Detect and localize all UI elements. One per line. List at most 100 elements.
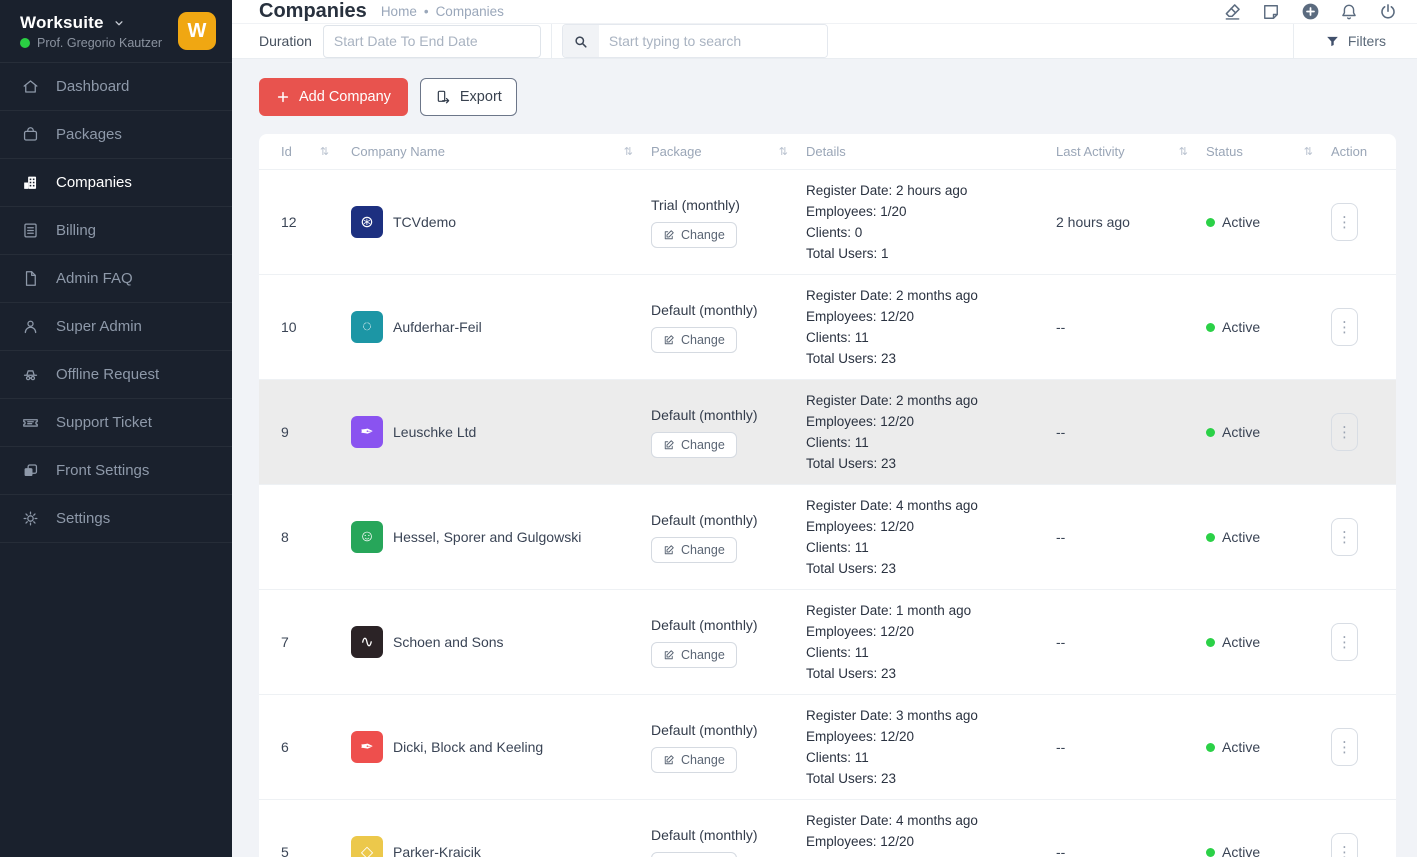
add-company-button[interactable]: Add Company (259, 78, 408, 116)
spacer (828, 24, 1293, 58)
edit-icon (663, 754, 675, 766)
change-package-button[interactable]: Change (651, 327, 737, 353)
company-logo: ✒ (351, 416, 383, 448)
sidebar-item-companies[interactable]: Companies (0, 159, 232, 207)
filters-button[interactable]: Filters (1294, 24, 1417, 58)
layers-icon (20, 461, 40, 480)
sidebar-item-front-settings[interactable]: Front Settings (0, 447, 232, 495)
note-icon[interactable] (1260, 1, 1282, 23)
duration-input[interactable] (323, 25, 541, 58)
company-details: Register Date: 2 months agoEmployees: 12… (806, 380, 1056, 484)
status-badge: Active (1206, 319, 1331, 335)
kebab-icon: ⋮ (1337, 318, 1352, 336)
sort-icon[interactable]: ⇅ (320, 145, 329, 158)
company-name: Leuschke Ltd (393, 424, 476, 440)
company-name: Hessel, Sporer and Gulgowski (393, 529, 581, 545)
change-package-button[interactable]: Change (651, 222, 737, 248)
col-header-id[interactable]: Id⇅ (259, 144, 351, 159)
sort-icon[interactable]: ⇅ (779, 145, 788, 158)
clear-cache-icon[interactable] (1221, 1, 1243, 23)
breadcrumb-current: Companies (436, 4, 504, 19)
col-header-last-activity[interactable]: Last Activity⇅ (1056, 144, 1206, 159)
status-badge: Active (1206, 634, 1331, 650)
app-logo[interactable]: W (178, 12, 216, 50)
filters-label: Filters (1348, 33, 1386, 49)
last-activity: -- (1056, 529, 1206, 545)
export-button[interactable]: Export (420, 78, 517, 116)
company-logo: ✒ (351, 731, 383, 763)
change-package-button[interactable]: Change (651, 642, 737, 668)
sidebar-nav: Dashboard Packages Companies Billing (0, 62, 232, 543)
status-badge: Active (1206, 424, 1331, 440)
user-name: Prof. Gregorio Kautzer (37, 36, 162, 50)
breadcrumb-home[interactable]: Home (381, 4, 417, 19)
add-icon[interactable] (1299, 1, 1321, 23)
col-header-package[interactable]: Package⇅ (651, 144, 806, 159)
power-icon[interactable] (1377, 1, 1399, 23)
sidebar-item-super-admin[interactable]: Super Admin (0, 303, 232, 351)
last-activity: -- (1056, 739, 1206, 755)
status-dot (1206, 428, 1215, 437)
pen-nib-icon: ✒ (360, 422, 373, 442)
col-header-status[interactable]: Status⇅ (1206, 144, 1331, 159)
company-details: Register Date: 1 month agoEmployees: 12/… (806, 590, 1056, 694)
pen-nib-icon: ✒ (360, 737, 373, 757)
sidebar-item-support-ticket[interactable]: Support Ticket (0, 399, 232, 447)
sidebar-item-billing[interactable]: Billing (0, 207, 232, 255)
kebab-icon: ⋮ (1337, 843, 1352, 857)
kebab-icon: ⋮ (1337, 738, 1352, 756)
bell-icon[interactable] (1338, 1, 1360, 23)
company-logo: ☺ (351, 521, 383, 553)
status-dot (1206, 848, 1215, 857)
company-details: Register Date: 2 hours agoEmployees: 1/2… (806, 170, 1056, 274)
row-actions-button[interactable]: ⋮ (1331, 413, 1358, 451)
export-icon (435, 89, 451, 105)
kebab-icon: ⋮ (1337, 423, 1352, 441)
search-input[interactable] (599, 25, 827, 57)
sort-icon[interactable]: ⇅ (1304, 145, 1313, 158)
gear-icon (20, 509, 40, 528)
row-actions-button[interactable]: ⋮ (1331, 623, 1358, 661)
app-root: Worksuite Prof. Gregorio Kautzer W Dashb… (0, 0, 1417, 857)
sort-icon[interactable]: ⇅ (624, 145, 633, 158)
topbar: Companies Home • Companies (232, 0, 1417, 24)
row-actions-button[interactable]: ⋮ (1331, 308, 1358, 346)
sidebar-item-label: Packages (56, 126, 122, 143)
sidebar-item-label: Support Ticket (56, 414, 152, 431)
company-name: Parker-Krajcik (393, 844, 481, 857)
change-package-button[interactable]: Change (651, 747, 737, 773)
sidebar-item-label: Front Settings (56, 462, 149, 479)
dashed-circle-icon: ◌ (362, 318, 372, 336)
sidebar-item-offline-request[interactable]: Offline Request (0, 351, 232, 399)
change-package-button[interactable]: Change (651, 852, 737, 857)
sidebar-item-packages[interactable]: Packages (0, 111, 232, 159)
document-icon (20, 269, 40, 288)
breadcrumb-separator: • (424, 4, 429, 19)
workspace-switcher[interactable]: Worksuite (20, 13, 162, 33)
company-name: TCVdemo (393, 214, 456, 230)
company-logo: ◇ (351, 836, 383, 857)
row-actions-button[interactable]: ⋮ (1331, 728, 1358, 766)
edit-icon (663, 439, 675, 451)
company-id: 5 (259, 844, 351, 857)
sidebar-item-settings[interactable]: Settings (0, 495, 232, 543)
change-package-button[interactable]: Change (651, 432, 737, 458)
company-details: Register Date: 2 months agoEmployees: 12… (806, 275, 1056, 379)
sidebar-item-dashboard[interactable]: Dashboard (0, 63, 232, 111)
edit-icon (663, 544, 675, 556)
row-actions-button[interactable]: ⋮ (1331, 203, 1358, 241)
sidebar-item-label: Admin FAQ (56, 270, 133, 287)
sidebar-item-admin-faq[interactable]: Admin FAQ (0, 255, 232, 303)
row-actions-button[interactable]: ⋮ (1331, 833, 1358, 857)
row-actions-button[interactable]: ⋮ (1331, 518, 1358, 556)
plus-icon (276, 90, 290, 104)
sidebar-item-label: Super Admin (56, 318, 142, 335)
sidebar-item-label: Settings (56, 510, 110, 527)
sort-icon[interactable]: ⇅ (1179, 145, 1188, 158)
status-badge: Active (1206, 214, 1331, 230)
page-title: Companies (259, 0, 367, 23)
table-row: 9 ✒ Leuschke Ltd Default (monthly) Chang… (259, 380, 1396, 485)
col-header-company-name[interactable]: Company Name⇅ (351, 144, 651, 159)
company-id: 12 (259, 214, 351, 230)
change-package-button[interactable]: Change (651, 537, 737, 563)
